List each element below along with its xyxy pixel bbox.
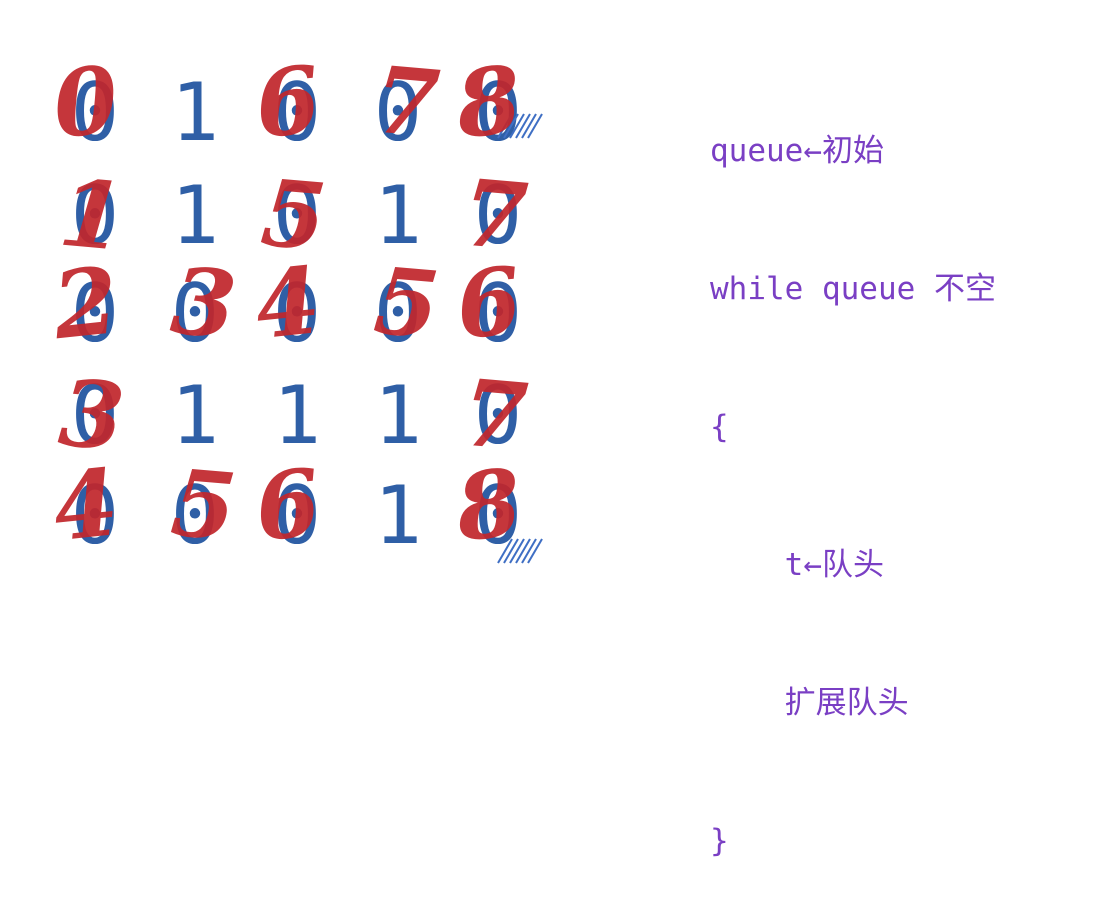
code-line: } xyxy=(710,823,729,859)
handwritten-distances: 0 6 7 81 5 72 3 4 5 63 74 5 6 8 xyxy=(47,45,531,562)
pseudocode-block: queue←初始 while queue 不空 { t←队头 扩展队头 } xyxy=(710,36,996,910)
handwritten-distance: 5 xyxy=(370,247,443,360)
handwritten-distance: 4 xyxy=(48,448,123,562)
handwritten-distance: 2 xyxy=(47,246,123,360)
handwritten-distance: 6 xyxy=(250,448,325,562)
grid-cell-digit: 1 xyxy=(273,369,321,462)
handwritten-distance: 6 xyxy=(451,246,526,360)
handwritten-distance: 8 xyxy=(450,448,526,562)
handwritten-distance: 4 xyxy=(250,246,325,360)
handwritten-distance: 5 xyxy=(167,449,240,562)
grid-cell-digit: 1 xyxy=(374,369,422,462)
code-line: { xyxy=(710,409,729,445)
code-line: 扩展队头 xyxy=(710,685,909,721)
handwritten-distance: 8 xyxy=(450,45,526,159)
handwritten-distance: 3 xyxy=(167,247,240,360)
handwritten-distance: 6 xyxy=(250,45,325,159)
handwritten-distance: 0 xyxy=(48,45,123,159)
code-line: while queue 不空 xyxy=(710,271,996,307)
handwritten-distance: 7 xyxy=(370,46,443,159)
code-line: queue←初始 xyxy=(710,133,884,169)
grid-cell-digit: 1 xyxy=(374,469,422,562)
grid-cell-digit: 1 xyxy=(171,66,219,159)
code-line: t←队头 xyxy=(710,547,884,583)
